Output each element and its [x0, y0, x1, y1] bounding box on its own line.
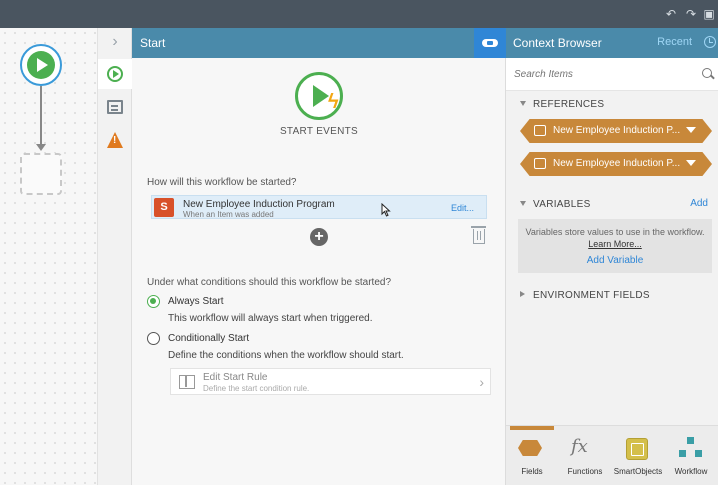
reference-label: New Employee Induction P...	[553, 158, 681, 169]
variables-empty-state: Variables store values to use in the wor…	[518, 219, 712, 273]
caret-down-icon	[520, 101, 526, 106]
rule-icon	[179, 375, 195, 389]
edit-event-link[interactable]: Edit...	[451, 203, 474, 213]
reference-label: New Employee Induction P...	[553, 125, 681, 136]
chevron-right-icon: ›	[479, 374, 484, 390]
property-tabs-strip: ›	[98, 28, 132, 485]
functions-icon: fx	[571, 436, 588, 457]
start-tab-icon	[107, 66, 123, 82]
reference-icon	[534, 125, 546, 136]
tab-start[interactable]	[98, 59, 132, 89]
tab-forms[interactable]	[98, 92, 132, 122]
recent-link[interactable]: Recent	[657, 36, 692, 48]
workflow-start-node[interactable]	[20, 44, 62, 86]
add-variable-button[interactable]: Add Variable	[518, 255, 712, 266]
reference-item[interactable]: New Employee Induction P...	[520, 152, 712, 176]
workflow-canvas[interactable]	[0, 28, 98, 485]
edit-start-rule-button[interactable]: Edit Start Rule Define the start conditi…	[170, 368, 491, 395]
panel-title: Start	[140, 36, 166, 50]
search-icon[interactable]	[702, 68, 712, 78]
always-start-label: Always Start	[168, 296, 224, 307]
delete-trash-icon[interactable]	[471, 226, 486, 244]
conditions-question: Under what conditions should this workfl…	[147, 277, 392, 288]
always-start-radio[interactable]	[147, 295, 160, 308]
tool-functions[interactable]: fx Functions	[559, 426, 611, 485]
chevron-down-icon[interactable]	[686, 160, 696, 166]
variables-description: Variables store values to use in the wor…	[525, 227, 705, 237]
start-rule-subtitle: Define the start condition rule.	[203, 384, 310, 393]
sharepoint-icon: S	[154, 198, 174, 217]
redo-icon[interactable]: ↷	[684, 7, 698, 21]
caret-right-icon	[520, 291, 525, 297]
always-start-description: This workflow will always start when tri…	[168, 313, 373, 324]
search-bar	[506, 58, 718, 91]
conditionally-start-radio[interactable]	[147, 332, 160, 345]
start-event-item[interactable]: S New Employee Induction Program When an…	[151, 195, 487, 219]
add-event-button[interactable]: +	[310, 228, 328, 246]
clock-icon[interactable]	[704, 36, 716, 48]
start-panel: ϟ START EVENTS How will this workflow be…	[132, 58, 506, 485]
start-question: How will this workflow be started?	[147, 177, 297, 188]
context-browser-header: Context Browser Recent	[506, 28, 718, 58]
tab-warnings[interactable]	[98, 125, 132, 155]
event-subtitle: When an Item was added	[183, 210, 274, 219]
chevron-down-icon[interactable]	[686, 127, 696, 133]
reference-item[interactable]: New Employee Induction P...	[520, 119, 712, 143]
expand-chevron-icon[interactable]: ›	[98, 28, 132, 58]
save-icon[interactable]: ▣	[702, 7, 716, 21]
conditionally-start-label: Conditionally Start	[168, 333, 250, 344]
toolbox-bar: Fields fx Functions SmartObjects Workflo…	[506, 425, 718, 485]
start-rule-label: Edit Start Rule	[203, 372, 268, 383]
add-variable-link[interactable]: Add	[690, 198, 708, 209]
form-icon	[107, 100, 123, 114]
tool-workflow[interactable]: Workflow	[665, 426, 717, 485]
lightning-icon: ϟ	[328, 91, 339, 113]
connector-arrow-icon	[36, 144, 46, 151]
connector-line	[40, 86, 42, 146]
context-browser-title: Context Browser	[513, 36, 602, 50]
event-name: New Employee Induction Program	[183, 199, 335, 210]
top-toolbar: ↶ ↷ ▣	[0, 0, 718, 28]
learn-more-link[interactable]: Learn More...	[518, 239, 712, 249]
conditionally-start-description: Define the conditions when the workflow …	[168, 350, 404, 361]
step-placeholder[interactable]	[20, 153, 62, 195]
start-events-heading: START EVENTS	[279, 126, 359, 137]
context-browser: REFERENCES New Employee Induction P... N…	[506, 58, 718, 485]
warning-icon	[107, 132, 123, 148]
caret-down-icon	[520, 201, 526, 206]
search-input[interactable]	[514, 67, 694, 81]
workflow-icon	[679, 437, 703, 461]
toggle-panel-icon[interactable]	[474, 28, 506, 58]
start-play-icon	[27, 51, 55, 79]
start-panel-header: Start	[132, 28, 474, 58]
fields-icon	[518, 440, 542, 456]
tool-fields[interactable]: Fields	[506, 426, 558, 485]
tool-smartobjects[interactable]: SmartObjects	[612, 426, 664, 485]
reference-icon	[534, 158, 546, 169]
smartobjects-icon	[626, 438, 648, 460]
undo-icon[interactable]: ↶	[664, 7, 678, 21]
